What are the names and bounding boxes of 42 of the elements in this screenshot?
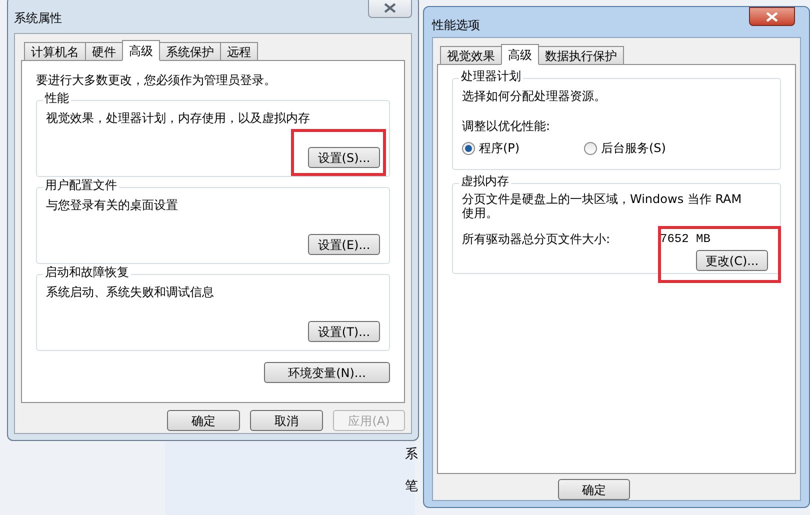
settings-button[interactable]: 设置(E)... bbox=[308, 234, 380, 255]
settings-button[interactable]: 设置(T)... bbox=[308, 321, 380, 342]
tab[interactable]: 系统保护 bbox=[159, 42, 221, 61]
dialog-button[interactable]: 取消 bbox=[250, 410, 323, 431]
paging-size-value: 7652 MB bbox=[660, 231, 710, 248]
tab[interactable]: 视觉效果 bbox=[440, 46, 502, 65]
group-description: 分页文件是硬盘上的一块区域，Windows 当作 RAM 使用。 bbox=[462, 192, 743, 220]
paging-size-label: 所有驱动器总分页文件大小: bbox=[462, 231, 612, 248]
notice-text: 要进行大多数更改，您必须作为管理员登录。 bbox=[36, 72, 277, 89]
tab[interactable]: 硬件 bbox=[85, 42, 123, 61]
close-button[interactable] bbox=[749, 7, 795, 26]
group-description: 视觉效果，处理器计划，内存使用，以及虚拟内存 bbox=[46, 110, 311, 127]
tab[interactable]: 高级 bbox=[501, 44, 539, 65]
tab[interactable]: 数据执行保护 bbox=[538, 46, 624, 65]
group-title: 用户配置文件 bbox=[43, 178, 119, 192]
window-title: 性能选项 bbox=[432, 17, 480, 34]
group-description: 与您登录有关的桌面设置 bbox=[46, 197, 179, 214]
group-description: 选择如何分配处理器资源。 bbox=[462, 88, 607, 105]
environment-variables-button[interactable]: 环境变量(N)... bbox=[264, 362, 390, 383]
background-text: 笔 bbox=[405, 478, 418, 496]
adjust-label: 调整以优化性能: bbox=[462, 118, 552, 135]
group-title: 性能 bbox=[43, 91, 71, 105]
tab[interactable]: 计算机名 bbox=[24, 42, 86, 61]
close-button[interactable] bbox=[368, 0, 412, 18]
close-icon bbox=[384, 2, 396, 12]
radio-option[interactable]: 程序(P) bbox=[462, 139, 584, 157]
close-icon bbox=[766, 12, 778, 22]
change-button[interactable]: 更改(C)... bbox=[696, 250, 768, 271]
settings-button[interactable]: 设置(S)... bbox=[308, 147, 380, 168]
dialog-button[interactable]: 确定 bbox=[167, 410, 240, 431]
dialog-button[interactable]: 确定 bbox=[558, 479, 630, 500]
tab[interactable]: 高级 bbox=[122, 40, 160, 61]
group-description: 系统启动、系统失败和调试信息 bbox=[46, 284, 215, 301]
radio-option[interactable]: 后台服务(S) bbox=[584, 139, 666, 157]
window-title: 系统属性 bbox=[14, 10, 62, 27]
tab[interactable]: 远程 bbox=[220, 42, 258, 61]
background-text: 系 bbox=[405, 446, 418, 464]
group-title: 处理器计划 bbox=[459, 69, 523, 83]
group-title: 虚拟内存 bbox=[459, 174, 511, 188]
group-title: 启动和故障恢复 bbox=[43, 265, 131, 279]
radio-button[interactable] bbox=[462, 142, 475, 154]
radio-button[interactable] bbox=[584, 142, 597, 154]
